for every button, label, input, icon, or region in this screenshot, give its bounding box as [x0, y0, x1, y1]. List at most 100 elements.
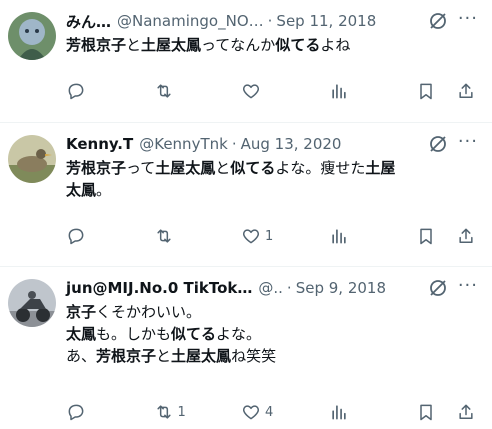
highlighted-term: 太鳳 [66, 325, 97, 343]
display-name[interactable]: みん… [66, 11, 111, 32]
retweet-icon [156, 84, 171, 98]
highlighted-term: 芳根京子 [96, 347, 157, 365]
more-options-icon[interactable]: ··· [458, 131, 478, 152]
highlighted-term: 太鳳 [66, 181, 97, 199]
tweet-text: 芳根京子と土屋太鳳ってなんか似てるよね [66, 34, 486, 56]
highlighted-term: 土屋太鳳 [155, 159, 216, 177]
highlighted-term: 土屋太鳳 [171, 347, 232, 365]
text-segment: ね笑笑 [231, 347, 277, 365]
bookmark-button[interactable] [416, 401, 436, 423]
tweet-1[interactable]: みん… @Nanamingo_NO… · Sep 11, 2018 ··· 芳根… [0, 0, 492, 123]
text-segment: あ、 [66, 347, 97, 365]
text-segment: と [126, 36, 142, 54]
tweet-text: 芳根京子って土屋太鳳と似てるよな。痩せた土屋 太鳳。 [66, 157, 486, 201]
highlighted-term: 京子 [66, 303, 97, 321]
tweet-text-line: あ、芳根京子と土屋太鳳ね笑笑 [66, 345, 486, 367]
tweet-2[interactable]: Kenny.T @KennyTnk · Aug 13, 2020 ··· 芳根京… [0, 123, 492, 267]
views-icon [331, 229, 346, 244]
bookmark-button[interactable] [416, 80, 436, 102]
retweet-button[interactable]: 1 [154, 401, 224, 423]
tweet-text-line: 太鳳も。しかも似てるよな。 [66, 323, 486, 345]
tweet-text-line: 芳根京子って土屋太鳳と似てるよな。痩せた土屋 [66, 157, 486, 179]
more-options-icon[interactable]: ··· [458, 275, 478, 296]
highlighted-term: 芳根京子 [66, 36, 127, 54]
tweet-header: Kenny.T @KennyTnk · Aug 13, 2020 ··· [66, 131, 478, 155]
tweet-text-line: 芳根京子と土屋太鳳ってなんか似てるよね [66, 34, 486, 56]
text-segment: くそかわいい。 [96, 303, 202, 321]
tweet-3[interactable]: jun@MIJ.No.0 TikTok… @.. · Sep 9, 2018 ·… [0, 267, 492, 429]
highlighted-term: 似てる [171, 325, 217, 343]
share-icon [459, 83, 473, 98]
like-button[interactable] [241, 80, 311, 102]
user-handle[interactable]: @Nanamingo_NO… [117, 12, 264, 30]
reply-icon [68, 404, 84, 421]
grok-slash-icon[interactable] [428, 11, 448, 31]
views-button[interactable] [329, 225, 399, 247]
display-name[interactable]: Kenny.T [66, 135, 133, 153]
tweet-text-line: 京子くそかわいい。 [66, 301, 486, 323]
highlighted-term: 芳根京子 [66, 159, 127, 177]
tweet-header: みん… @Nanamingo_NO… · Sep 11, 2018 ··· [66, 8, 478, 32]
reply-icon [68, 83, 84, 100]
reply-button[interactable] [66, 225, 136, 247]
highlighted-term: 土屋 [365, 159, 396, 177]
tweet-actions [66, 80, 476, 102]
reply-button[interactable] [66, 80, 136, 102]
retweet-icon [156, 405, 171, 419]
reply-icon [68, 228, 84, 245]
bookmark-button[interactable] [416, 225, 436, 247]
highlighted-term: 似てる [230, 159, 276, 177]
tweet-date[interactable]: Sep 11, 2018 [276, 12, 376, 30]
bookmark-icon [420, 228, 432, 245]
text-segment: って [126, 159, 156, 177]
tweet-text: 京子くそかわいい。 太鳳も。しかも似てるよな。 あ、芳根京子と土屋太鳳ね笑笑 [66, 301, 486, 367]
tweet-date[interactable]: Sep 9, 2018 [296, 279, 386, 297]
user-handle[interactable]: @KennyTnk [139, 135, 228, 153]
views-button[interactable] [329, 401, 399, 423]
share-button[interactable] [456, 80, 476, 102]
display-name[interactable]: jun@MIJ.No.0 TikTok… [66, 279, 252, 297]
right-actions [416, 80, 476, 102]
avatar[interactable] [8, 135, 56, 183]
tweet-actions: 1 [66, 225, 476, 247]
separator: · [267, 12, 273, 30]
separator: · [231, 135, 237, 153]
user-handle[interactable]: @.. [258, 279, 283, 297]
share-icon [459, 404, 473, 419]
tweet-text-line: 太鳳。 [66, 179, 486, 201]
bookmark-icon [420, 404, 432, 421]
avatar[interactable] [8, 279, 56, 327]
text-segment: 。 [96, 181, 112, 199]
reply-button[interactable] [66, 401, 136, 423]
tweet-actions: 1 4 [66, 401, 476, 423]
text-segment: ってなんか [201, 36, 276, 54]
text-segment: よな。 [216, 325, 262, 343]
like-button[interactable]: 4 [241, 401, 311, 423]
highlighted-term: 似てる [275, 36, 321, 54]
retweet-button[interactable] [154, 225, 224, 247]
tweet-date[interactable]: Aug 13, 2020 [241, 135, 342, 153]
right-actions [416, 225, 476, 247]
views-button[interactable] [329, 80, 399, 102]
tweet-header: jun@MIJ.No.0 TikTok… @.. · Sep 9, 2018 ·… [66, 275, 478, 299]
separator: · [286, 279, 292, 297]
like-count: 1 [265, 228, 274, 244]
share-button[interactable] [456, 401, 476, 423]
bookmark-icon [420, 83, 432, 100]
like-icon [242, 229, 260, 244]
grok-slash-icon[interactable] [428, 278, 448, 298]
like-button[interactable]: 1 [241, 225, 311, 247]
like-icon [242, 84, 260, 99]
avatar[interactable] [8, 12, 56, 60]
views-icon [331, 405, 346, 420]
share-button[interactable] [456, 225, 476, 247]
more-options-icon[interactable]: ··· [458, 8, 478, 29]
retweet-button[interactable] [154, 80, 224, 102]
like-count: 4 [265, 404, 274, 420]
text-segment: よね [320, 36, 351, 54]
retweet-icon [156, 229, 171, 243]
views-icon [331, 84, 346, 99]
grok-slash-icon[interactable] [428, 134, 448, 154]
share-icon [459, 228, 473, 243]
retweet-count: 1 [177, 404, 186, 420]
